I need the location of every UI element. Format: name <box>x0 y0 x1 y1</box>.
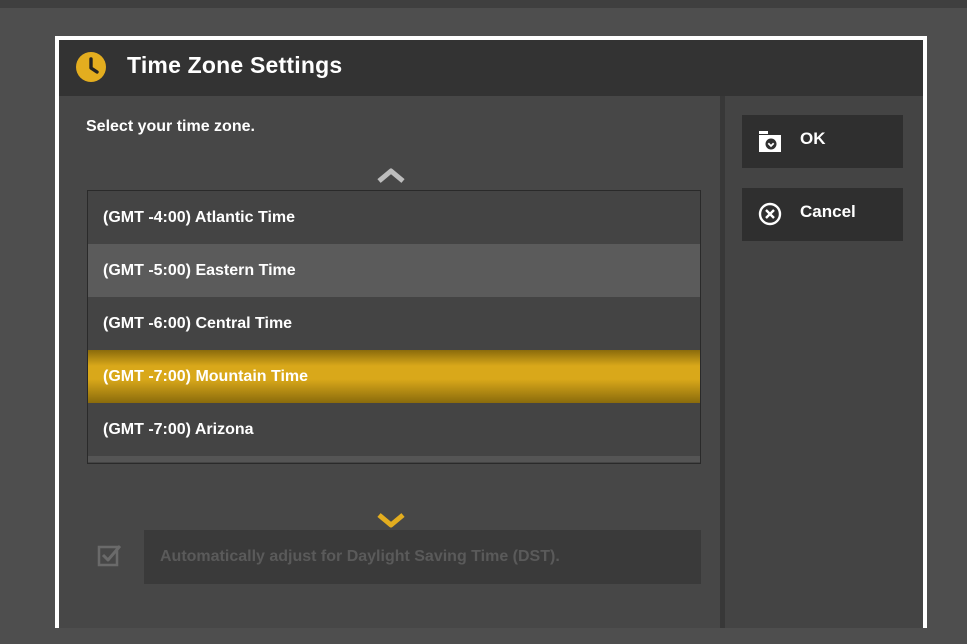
timezone-panel: Select your time zone. (GMT -4:00) Atlan… <box>59 96 720 628</box>
action-panel: OK Cancel <box>725 96 923 628</box>
dialog-title: Time Zone Settings <box>127 52 343 78</box>
timezone-list[interactable]: (GMT -4:00) Atlantic Time (GMT -5:00) Ea… <box>87 190 701 464</box>
ok-label: OK <box>800 129 826 148</box>
cancel-label: Cancel <box>800 202 856 221</box>
scroll-up-icon[interactable] <box>377 168 405 184</box>
timezone-option-mountain[interactable]: (GMT -7:00) Mountain Time <box>88 350 700 403</box>
dst-label: Automatically adjust for Daylight Saving… <box>160 548 560 565</box>
timezone-option-arizona[interactable]: (GMT -7:00) Arizona <box>88 403 700 456</box>
time-zone-dialog: Time Zone Settings Select your time zone… <box>55 36 927 628</box>
x-circle-icon <box>758 202 782 226</box>
timezone-option-atlantic[interactable]: (GMT -4:00) Atlantic Time <box>88 191 700 244</box>
timezone-option-central[interactable]: (GMT -6:00) Central Time <box>88 297 700 350</box>
clock-icon <box>76 52 106 82</box>
instruction-text: Select your time zone. <box>86 118 255 135</box>
scroll-down-icon[interactable] <box>377 512 405 528</box>
dst-checkbox[interactable] <box>97 542 123 568</box>
ok-button[interactable]: OK <box>742 115 903 168</box>
dialog-titlebar: Time Zone Settings <box>59 40 923 96</box>
cancel-button[interactable]: Cancel <box>742 188 903 241</box>
top-edge <box>0 0 967 8</box>
folder-check-icon <box>759 131 781 152</box>
list-partial-row <box>88 456 700 462</box>
dst-option[interactable]: Automatically adjust for Daylight Saving… <box>144 530 701 584</box>
timezone-option-eastern[interactable]: (GMT -5:00) Eastern Time <box>88 244 700 297</box>
